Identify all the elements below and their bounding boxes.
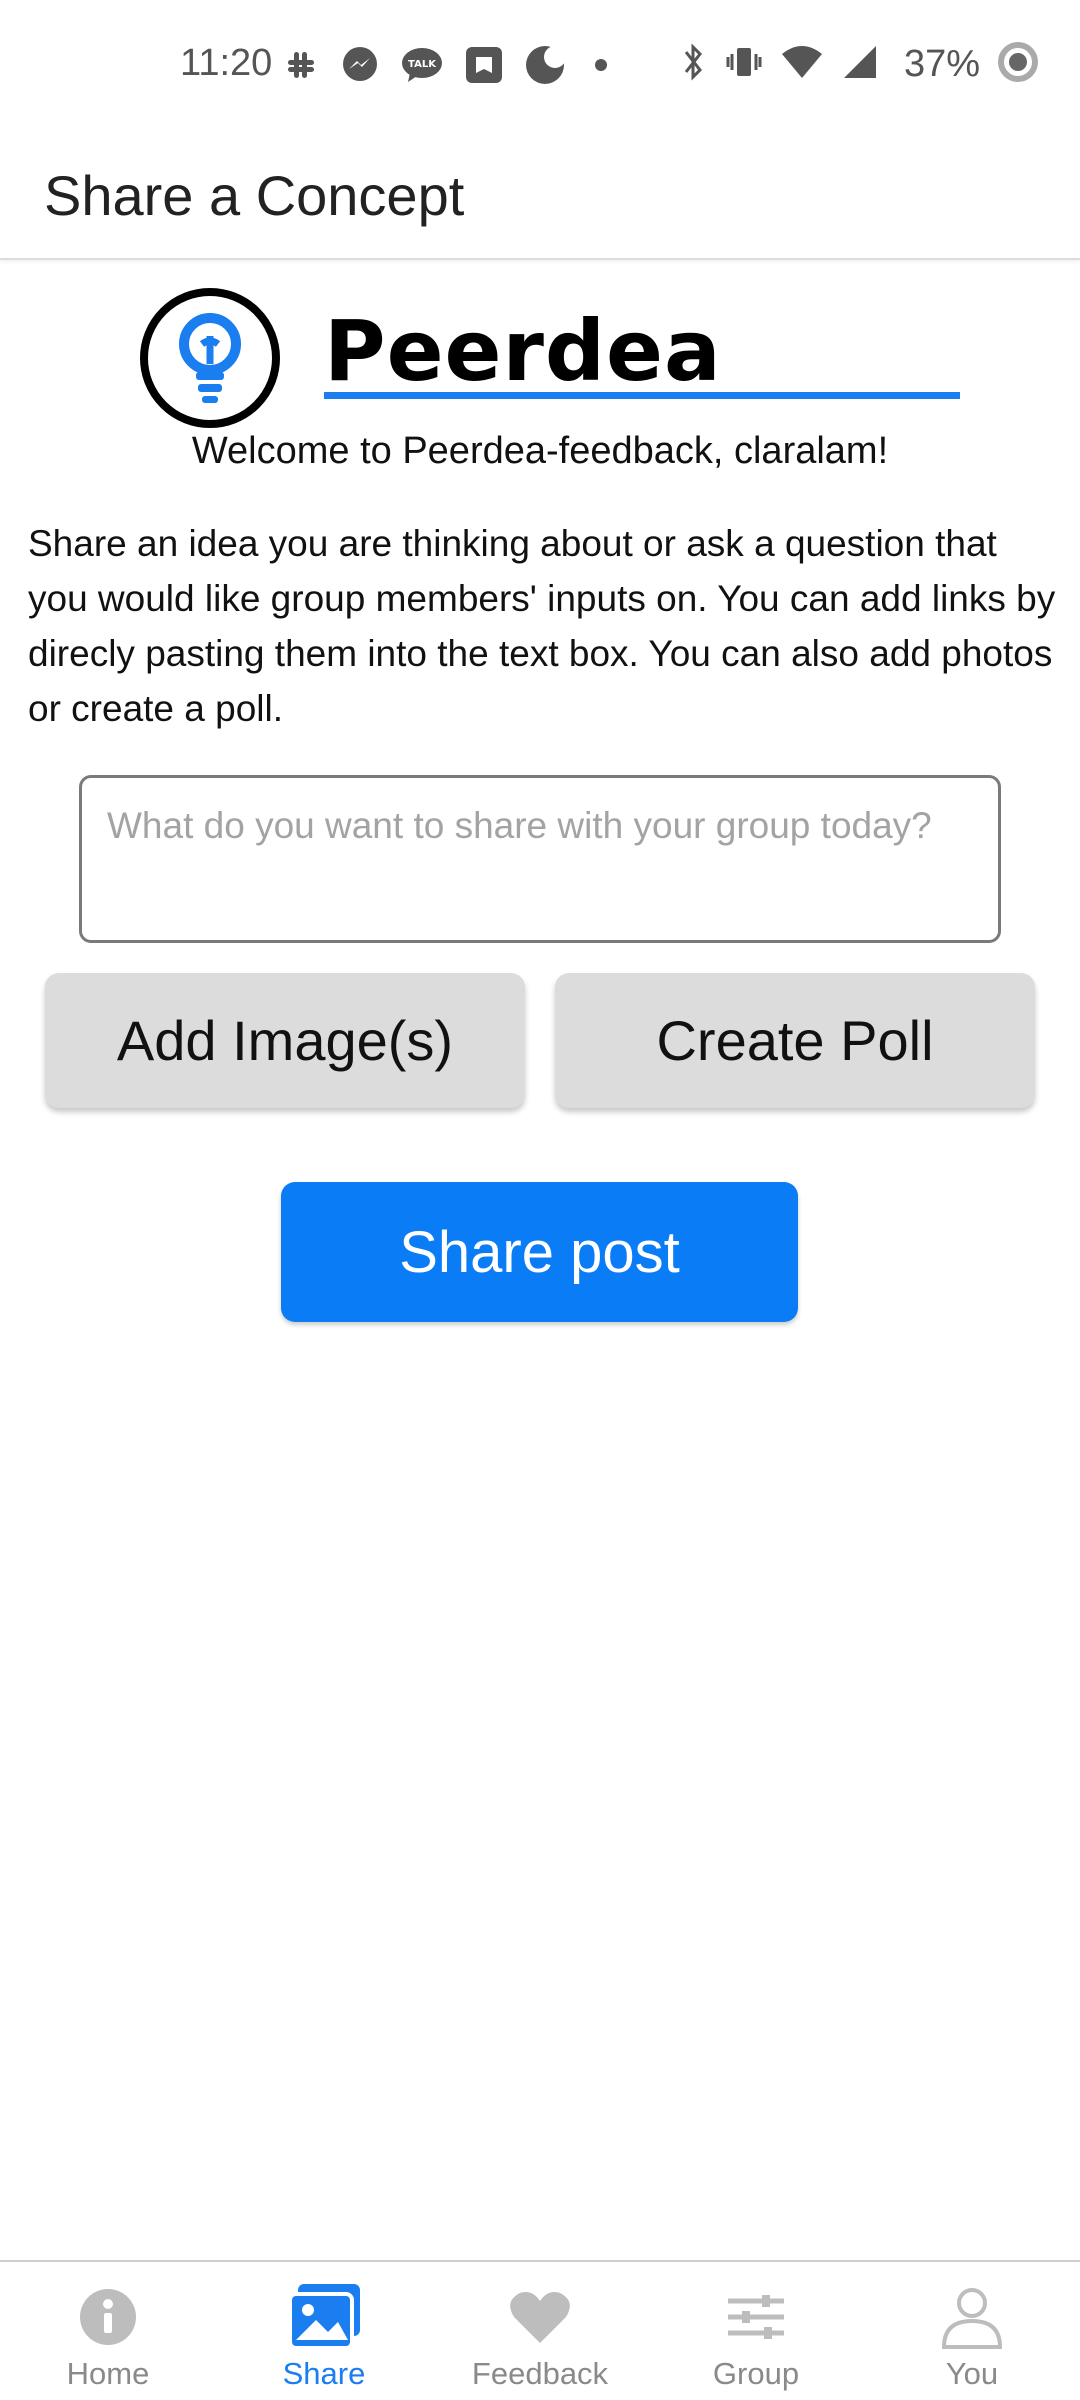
nav-item-you[interactable]: You bbox=[864, 2262, 1080, 2400]
nav-item-home[interactable]: Home bbox=[0, 2262, 216, 2400]
status-time: 11:20 bbox=[180, 42, 273, 84]
messenger-icon bbox=[340, 45, 380, 90]
logo-underline bbox=[324, 392, 960, 399]
create-poll-button[interactable]: Create Poll bbox=[555, 973, 1035, 1108]
wifi-icon bbox=[780, 42, 824, 87]
lightbulb-icon bbox=[138, 286, 282, 430]
page-title: Share a Concept bbox=[44, 163, 465, 227]
battery-ring-icon bbox=[996, 40, 1040, 89]
nav-item-group[interactable]: Group bbox=[648, 2262, 864, 2400]
bluetooth-icon bbox=[678, 42, 708, 87]
notification-app-icon bbox=[464, 45, 504, 90]
welcome-message: Welcome to Peerdea-feedback, claralam! bbox=[191, 430, 889, 472]
nav-label-group: Group bbox=[712, 2356, 800, 2391]
person-icon bbox=[932, 2282, 1012, 2352]
share-post-button[interactable]: Share post bbox=[281, 1182, 798, 1322]
app-bar: Share a Concept bbox=[0, 132, 1080, 260]
slack-icon bbox=[282, 46, 320, 89]
intro-text: Share an idea you are thinking about or … bbox=[28, 523, 1056, 729]
battery-percent: 37% bbox=[903, 43, 980, 85]
add-images-button[interactable]: Add Image(s) bbox=[45, 973, 525, 1108]
signal-icon bbox=[840, 42, 880, 87]
moon-icon bbox=[524, 44, 566, 91]
system-status-icons: 37% bbox=[678, 40, 1040, 89]
dot-icon bbox=[586, 50, 616, 85]
bottom-navigation: Home Share Feedback Group You bbox=[0, 2260, 1080, 2400]
share-input[interactable] bbox=[79, 775, 1001, 943]
nav-label-home: Home bbox=[66, 2356, 150, 2391]
image-icon bbox=[284, 2282, 364, 2352]
logo-wordmark: Peerdea bbox=[324, 302, 722, 400]
info-icon bbox=[68, 2282, 148, 2352]
svg-text:TALK: TALK bbox=[408, 59, 437, 70]
notification-icons: TALK bbox=[282, 44, 616, 91]
peerdea-logo: Peerdea bbox=[138, 286, 960, 436]
nav-label-feedback: Feedback bbox=[471, 2356, 609, 2391]
status-bar: 11:20 TALK 37% bbox=[0, 0, 1080, 132]
sliders-icon bbox=[716, 2282, 796, 2352]
vibrate-icon bbox=[724, 42, 764, 87]
nav-item-share[interactable]: Share bbox=[216, 2262, 432, 2400]
nav-label-share: Share bbox=[282, 2356, 366, 2391]
nav-item-feedback[interactable]: Feedback bbox=[432, 2262, 648, 2400]
heart-icon bbox=[500, 2282, 580, 2352]
nav-label-you: You bbox=[945, 2356, 999, 2391]
talk-icon: TALK bbox=[400, 45, 444, 90]
